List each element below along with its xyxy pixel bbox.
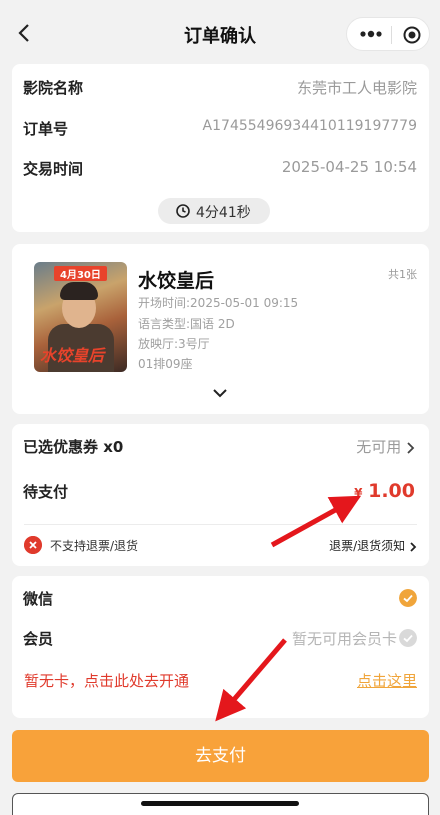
arrow-to-price [270,495,362,548]
annotation-arrows [215,495,362,722]
home-indicator [141,801,299,806]
arrow-to-pay-button [215,638,287,722]
go-pay-button[interactable]: 去支付 [12,730,429,782]
